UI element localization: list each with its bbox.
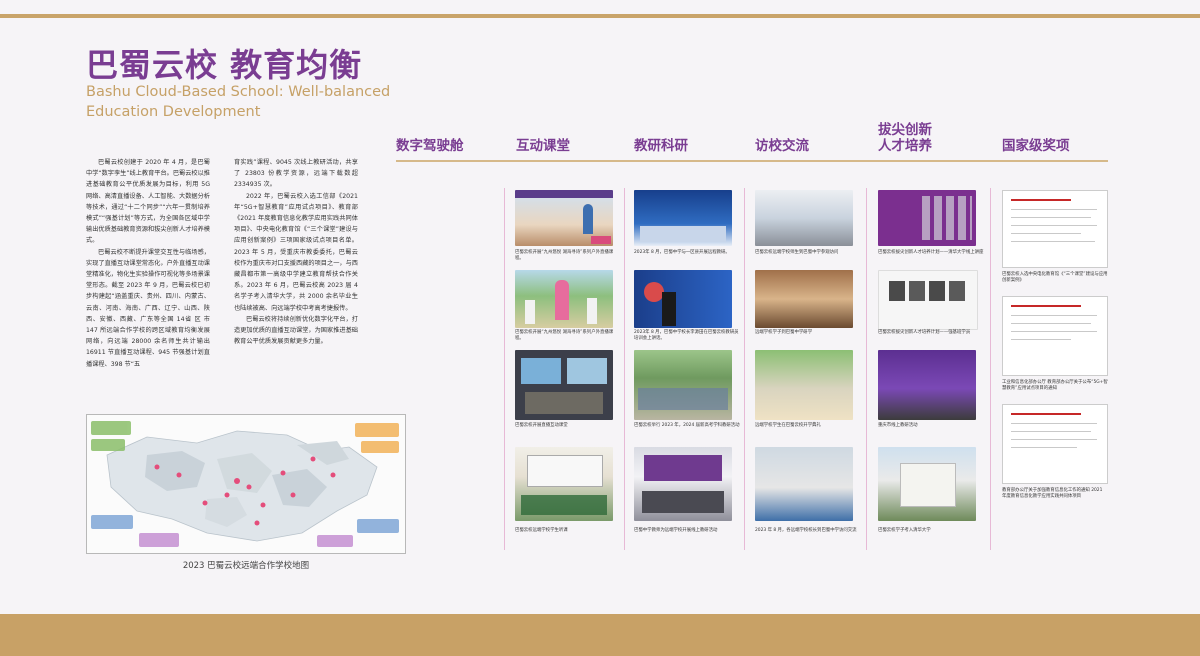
award-document [1002,296,1108,376]
photo-group-outdoor [634,350,732,420]
photo-students-library [755,270,853,328]
photo-remote-students [515,447,613,521]
caption: 巴蜀云校远端学校师生到巴蜀中学参观访问 [755,250,839,255]
award-document [1002,190,1108,268]
caption: 巴蜀云校拔尖创新人才培养计划——强基班学员 [878,330,971,335]
caption: 巴蜀中学教师为远端学校开展线上教研活动 [634,528,718,533]
photo-opening-ceremony [755,350,853,420]
intro-paragraph: 育实践”课程、9045 次线上教研活动，共享了 23803 份教学资源，远端下载… [234,159,358,189]
column-divider [504,188,505,550]
caption: 远端学校学生在巴蜀云校开学典礼 [755,423,821,428]
caption: 工业和信息化部办公厅 教育部办公厅关于公布“5G+智慧教育”应用试点项目的通知 [1002,380,1108,391]
heading-interactive-class: 互动课堂 [516,138,570,154]
caption: 巴蜀云校远端学校学生听课 [515,528,568,533]
china-map-graphic [87,415,405,553]
intro-paragraph: 巴蜀云校将持续创新优化数字化平台，打造更加优质的直播互动课堂，为国家推进基础教育… [234,315,358,346]
column-divider [624,188,625,550]
heading-talent-line2: 人才培养 [878,138,932,154]
heading-school-visits: 访校交流 [755,138,809,154]
column-divider [744,188,745,550]
photo-research-meeting [634,190,732,246]
heading-digital-cockpit: 数字驾驶舱 [396,138,464,154]
top-rule [0,14,1200,18]
heading-awards: 国家级奖项 [1002,138,1070,154]
caption: 巴蜀云校学子考入清华大学 [878,528,931,533]
caption: 巴蜀云校开展“九州悠悦 湖海寻诗”系列户外直播课程。 [515,250,614,261]
caption: 教育部办公厅关于加强教育信息化工作的通知 2021 年度教育信息化教学应用实践共… [1002,488,1103,499]
photo-tsinghua-gate [878,447,976,521]
caption: 2023年 8 月，巴蜀中学校长李源田在巴蜀云校教研员培训会上讲话。 [634,330,739,341]
caption: 巴蜀云校开展直播互动课堂 [515,423,568,428]
caption: 远端学校学子到巴蜀中学研学 [755,330,813,335]
photo-live-studio [515,350,613,420]
photo-talent-roster [878,270,978,330]
photo-principals-visit [755,447,853,521]
award-document [1002,404,1108,484]
photo-online-teaching [634,447,732,521]
heading-rule [396,160,1108,162]
intro-column-1: 巴蜀云校创建于 2020 年 4 月，是巴蜀中学“数字孪生”线上教育平台。巴蜀云… [86,157,210,370]
caption: 2023 年 8 月，各远端学校校长到巴蜀中学访问交流 [755,528,857,533]
intro-column-2: 育实践”课程、9045 次线上教研活动，共享了 23803 份教学资源，远端下载… [234,157,358,347]
photo-principal-speech [634,270,732,328]
map-caption: 2023 巴蜀云校远端合作学校地图 [182,561,310,571]
photo-outdoor-class [515,190,613,246]
caption: 重庆市线上教研活动 [878,423,918,428]
caption: 巴蜀云校开展“九州悠悦 湖海寻诗”系列户外直播课程。 [515,330,614,341]
photo-online-event [878,350,976,420]
caption: 巴蜀云校举行 2023 年，2024 届新高考学科教研活动 [634,423,740,428]
page-subtitle-en: Bashu Cloud-Based School: Well-balanced … [86,84,391,120]
intro-paragraph: 巴蜀云校创建于 2020 年 4 月，是巴蜀中学“数字孪生”线上教育平台。巴蜀云… [86,159,210,245]
column-divider [866,188,867,550]
caption: 巴蜀云校拔尖创新人才培养计划——清华大学线上讲座 [878,250,984,255]
school-map [86,414,406,554]
column-divider [990,188,991,550]
photo-outdoor-class-2 [515,270,613,328]
heading-talent: 拔尖创新 人才培养 [878,122,932,154]
photo-tsinghua-lecture [878,190,976,246]
heading-research: 教研科研 [634,138,688,154]
photo-visit-group [755,190,853,246]
page-title: 巴蜀云校 教育均衡 [86,46,363,84]
caption: 2023年 8 月，巴蜀中学与一区县开展远程教研。 [634,250,730,255]
intro-paragraph: 2022 年，巴蜀云校入选工信部《2021年“5G+智慧教育”应用试点项目》、教… [234,192,358,312]
intro-paragraph: 巴蜀云校不断提升课堂交互性与临场感，实现了直播互动课堂常态化，户外直播互动课堂精… [86,248,210,368]
heading-talent-line1: 拔尖创新 [878,122,932,138]
bottom-bar [0,614,1200,656]
caption: 巴蜀云校入选中央电化教育馆《“三个课堂”建设与应用创新案例》 [1002,272,1108,283]
